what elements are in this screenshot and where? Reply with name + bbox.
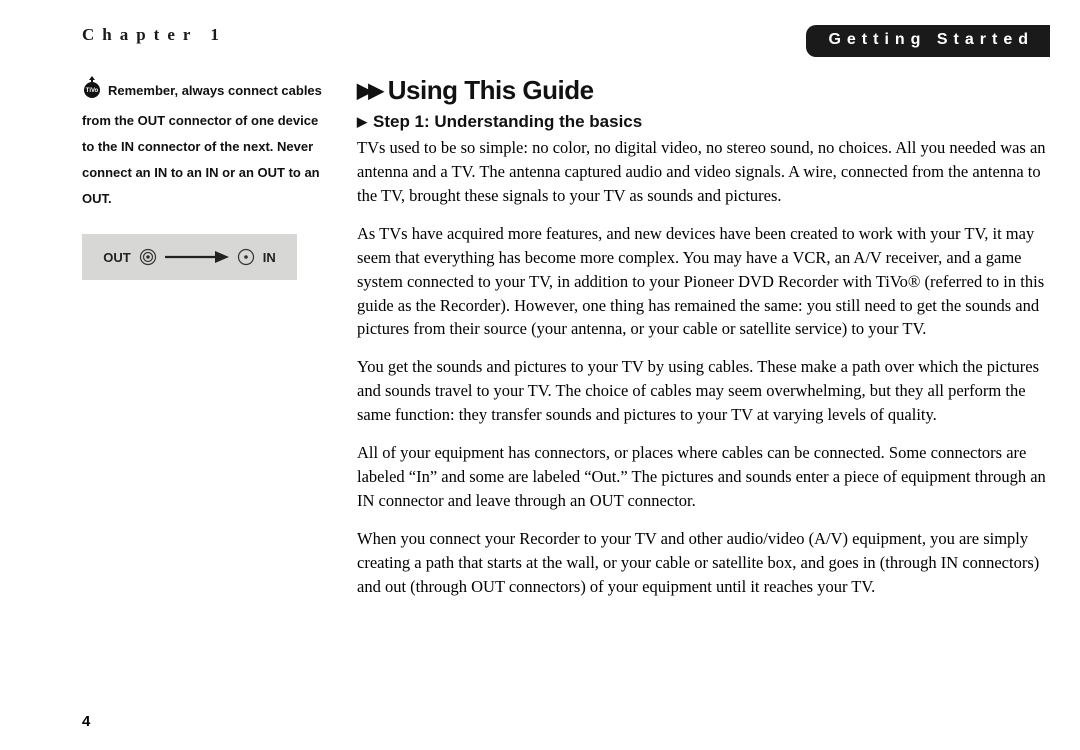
- main-content: ▶▶ Using This Guide ▶ Step 1: Understandin…: [357, 75, 1050, 613]
- step-heading: ▶ Step 1: Understanding the basics: [357, 112, 1050, 132]
- page-number: 4: [82, 713, 90, 730]
- sidebar: TiVo Remember, always connect cables fro…: [82, 75, 357, 280]
- section-tab: Getting Started: [806, 25, 1050, 57]
- out-label: OUT: [103, 250, 130, 265]
- in-connector-icon: [237, 248, 255, 266]
- svg-text:TiVo: TiVo: [86, 88, 99, 94]
- arrow-icon: [165, 250, 229, 264]
- paragraph: You get the sounds and pictures to your …: [357, 355, 1050, 427]
- page: Chapter 1 Getting Started TiVo Remember,…: [0, 0, 1080, 750]
- in-label: IN: [263, 250, 276, 265]
- out-connector-icon: [139, 248, 157, 266]
- double-arrow-icon: ▶▶: [357, 80, 380, 102]
- subtitle-text: Step 1: Understanding the basics: [373, 112, 642, 131]
- title-text: Using This Guide: [388, 75, 594, 105]
- sidenote-text: Remember, always connect cables from the…: [82, 83, 322, 206]
- body: TiVo Remember, always connect cables fro…: [0, 57, 1080, 613]
- paragraph: All of your equipment has connectors, or…: [357, 441, 1050, 513]
- sidenote: TiVo Remember, always connect cables fro…: [82, 75, 332, 212]
- paragraph: As TVs have acquired more features, and …: [357, 222, 1050, 342]
- out-in-diagram: OUT IN: [82, 234, 297, 280]
- tivo-icon: TiVo: [82, 75, 102, 108]
- page-title: ▶▶ Using This Guide: [357, 75, 1050, 106]
- paragraph: When you connect your Recorder to your T…: [357, 527, 1050, 599]
- chapter-label: Chapter 1: [82, 25, 227, 45]
- arrow-icon: ▶: [357, 114, 367, 129]
- header: Chapter 1 Getting Started: [0, 0, 1080, 57]
- paragraph: TVs used to be so simple: no color, no d…: [357, 136, 1050, 208]
